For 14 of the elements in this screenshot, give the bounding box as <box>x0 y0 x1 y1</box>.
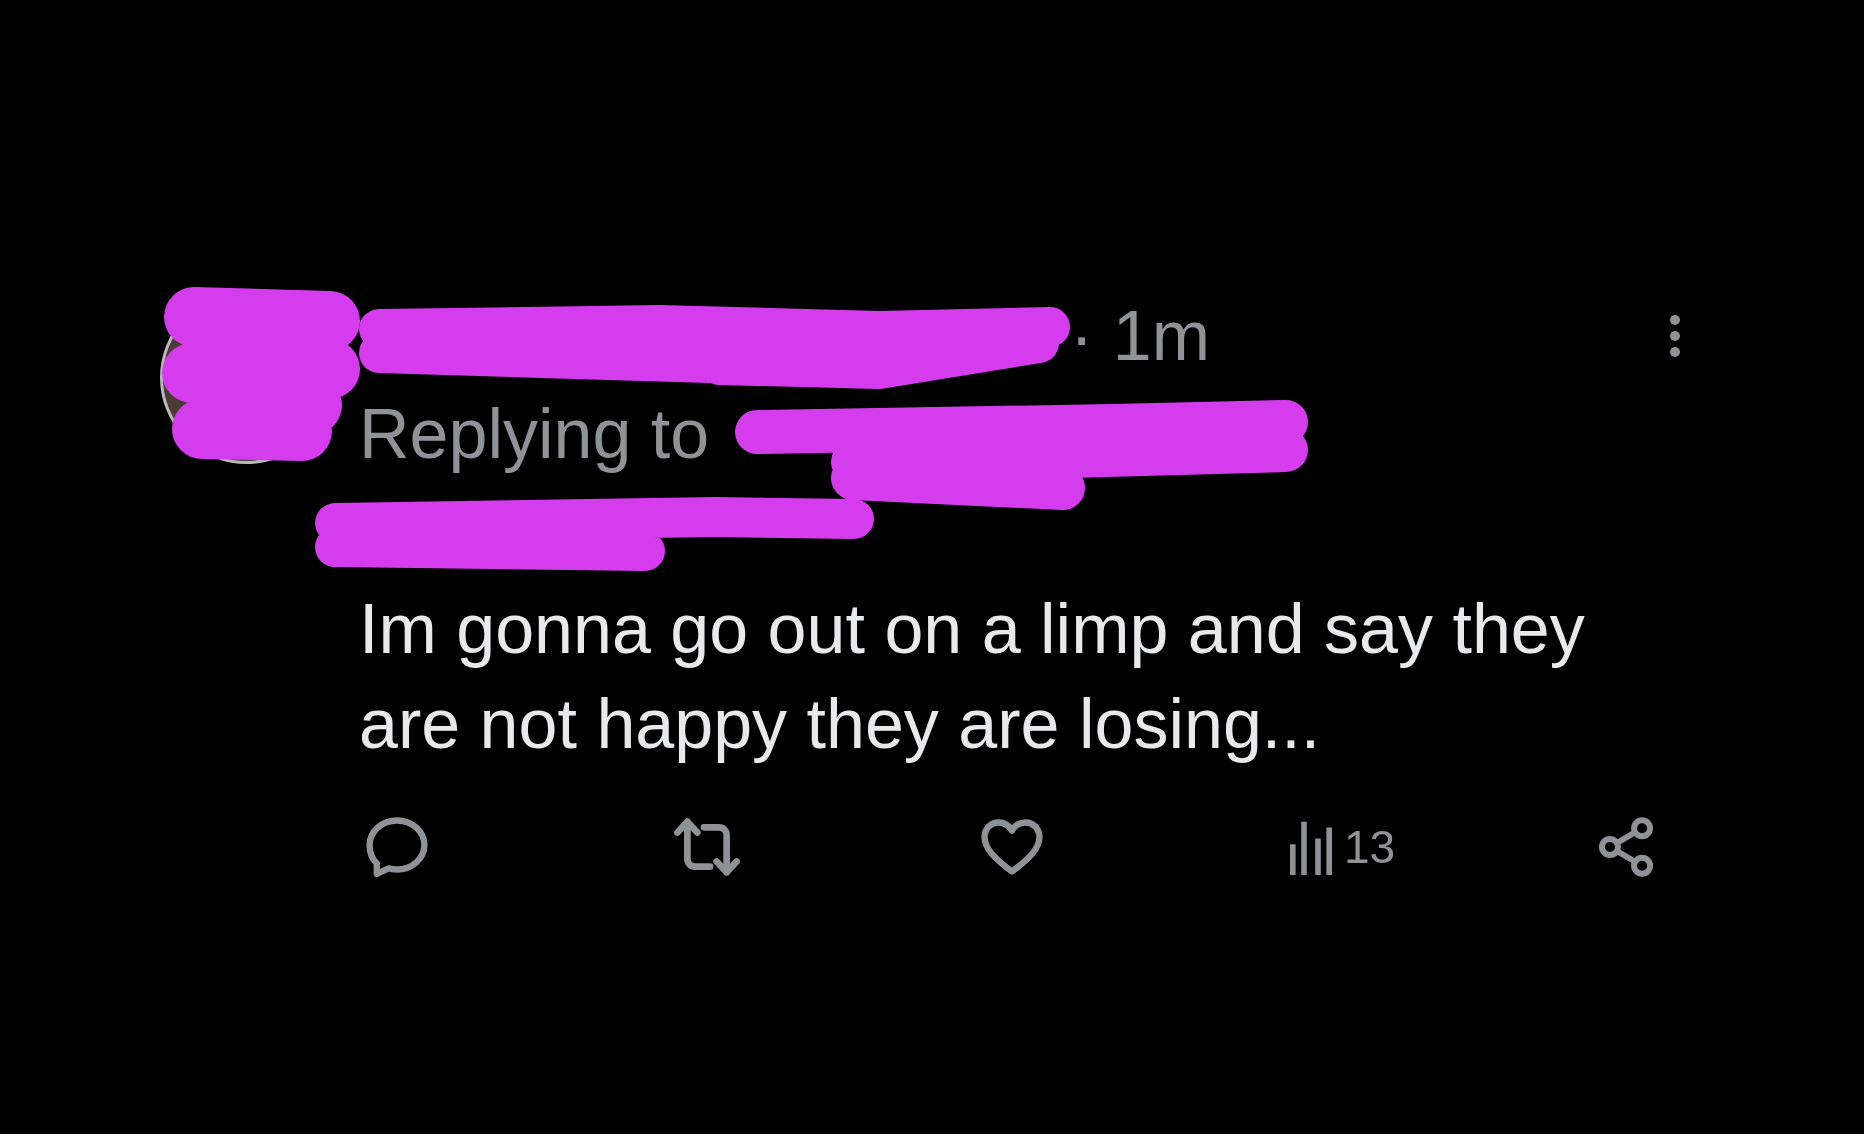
like-button[interactable] <box>981 819 1043 875</box>
share-button[interactable] <box>1596 817 1656 877</box>
replying-to-label: Replying to <box>359 394 710 475</box>
repost-button[interactable] <box>672 818 742 876</box>
more-options-icon[interactable] <box>1670 315 1680 357</box>
bar-chart-icon <box>1290 819 1332 875</box>
post-time: · 1m <box>1070 296 1210 377</box>
views-button[interactable]: 13 <box>1290 819 1396 875</box>
repost-arrows-icon <box>672 818 742 876</box>
post-text: Im gonna go out on a limp and say they are not happy they are losing... <box>359 589 1586 765</box>
reply-button[interactable] <box>366 817 428 877</box>
heart-icon <box>981 819 1043 875</box>
speech-bubble-icon <box>366 817 428 877</box>
share-icon <box>1596 817 1656 877</box>
